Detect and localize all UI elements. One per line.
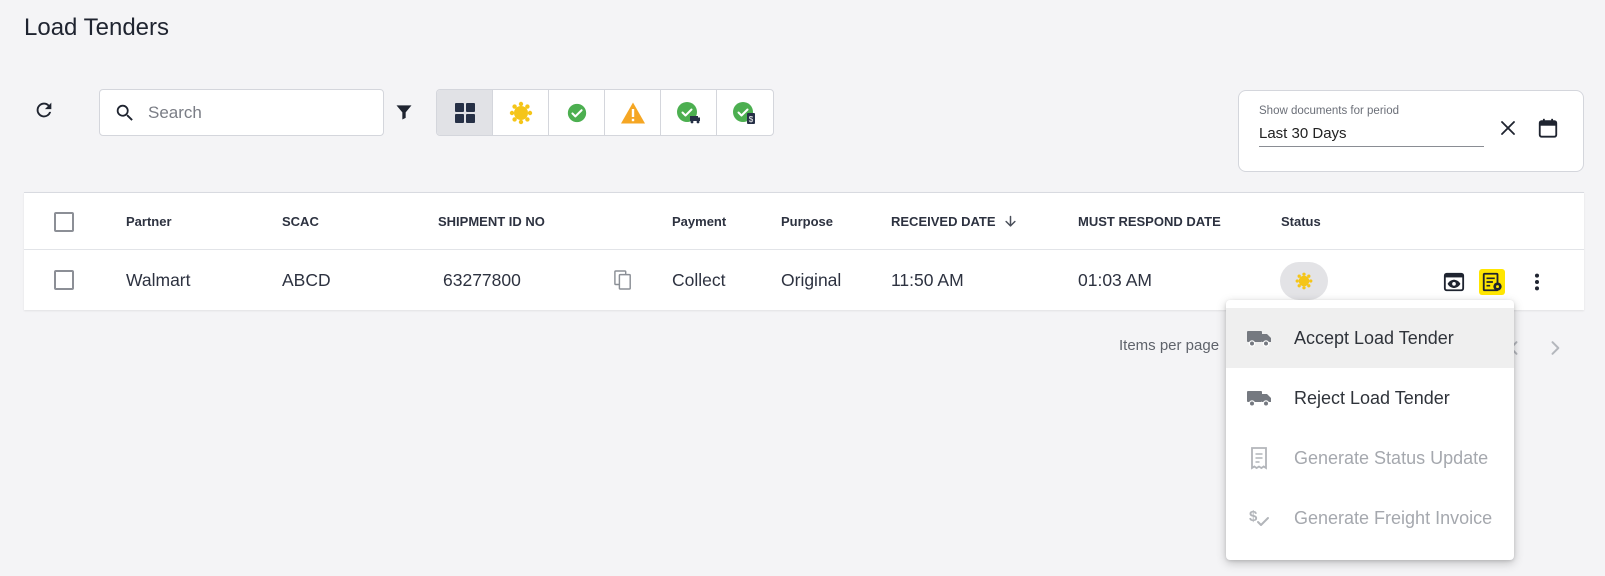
status-filter-tabs: $ bbox=[436, 89, 774, 136]
tab-invoiced[interactable]: $ bbox=[717, 90, 773, 135]
status-badge bbox=[1280, 262, 1328, 300]
more-vert-icon bbox=[1534, 273, 1540, 291]
header-status[interactable]: Status bbox=[1281, 214, 1321, 229]
period-selector: Show documents for period Last 30 Days bbox=[1238, 90, 1584, 172]
header-received-date[interactable]: RECEIVED DATE bbox=[891, 214, 1018, 229]
cell-must-respond-date: 01:03 AM bbox=[1078, 270, 1152, 290]
sun-icon bbox=[1295, 272, 1313, 290]
chevron-right-icon bbox=[1551, 341, 1560, 355]
menu-item-generate-freight-invoice[interactable]: $ Generate Freight Invoice bbox=[1226, 488, 1514, 548]
tab-status-updated[interactable] bbox=[661, 90, 717, 135]
calendar-button[interactable] bbox=[1535, 115, 1561, 141]
actions-button[interactable] bbox=[1479, 269, 1505, 295]
period-select[interactable]: Last 30 Days bbox=[1259, 123, 1484, 147]
row-checkbox[interactable] bbox=[54, 270, 74, 290]
tab-accepted[interactable] bbox=[549, 90, 605, 135]
search-input[interactable] bbox=[148, 102, 368, 123]
warning-triangle-icon bbox=[620, 102, 645, 123]
tab-warning[interactable] bbox=[605, 90, 661, 135]
cell-purpose: Original bbox=[781, 270, 842, 290]
receipt-icon bbox=[1246, 445, 1272, 471]
document-edit-icon bbox=[1482, 272, 1502, 292]
tab-pending[interactable] bbox=[493, 90, 549, 135]
menu-item-label: Accept Load Tender bbox=[1294, 327, 1454, 348]
sun-icon bbox=[509, 101, 532, 124]
arrow-down-icon bbox=[1004, 215, 1016, 227]
header-partner[interactable]: Partner bbox=[126, 214, 172, 229]
refresh-button[interactable] bbox=[30, 96, 58, 124]
copy-shipment-id-button[interactable] bbox=[612, 269, 634, 291]
more-options-button[interactable] bbox=[1524, 269, 1550, 295]
menu-item-label: Generate Freight Invoice bbox=[1294, 507, 1493, 528]
header-must-respond-date[interactable]: MUST RESPOND DATE bbox=[1078, 214, 1221, 229]
dollar-check-icon: $ bbox=[1246, 505, 1272, 531]
cell-partner: Walmart bbox=[126, 270, 191, 290]
header-purpose[interactable]: Purpose bbox=[781, 214, 833, 229]
header-shipment-id[interactable]: SHIPMENT ID NO bbox=[438, 214, 545, 229]
close-icon bbox=[1501, 121, 1515, 135]
filter-icon bbox=[396, 105, 412, 120]
menu-item-accept-load-tender[interactable]: Accept Load Tender bbox=[1226, 308, 1514, 368]
cell-payment: Collect bbox=[672, 270, 726, 290]
header-payment[interactable]: Payment bbox=[672, 214, 726, 229]
cell-scac: ABCD bbox=[282, 270, 331, 290]
table-header: Partner SCAC SHIPMENT ID NO Payment Purp… bbox=[24, 193, 1584, 250]
grid-icon bbox=[454, 102, 475, 123]
cell-shipment-id: 63277800 bbox=[443, 270, 521, 290]
tab-all[interactable] bbox=[437, 90, 493, 135]
load-tenders-table: Partner SCAC SHIPMENT ID NO Payment Purp… bbox=[24, 192, 1584, 310]
cell-received-date: 11:50 AM bbox=[891, 270, 964, 290]
truck-icon bbox=[1246, 325, 1272, 351]
menu-item-reject-load-tender[interactable]: Reject Load Tender bbox=[1226, 368, 1514, 428]
header-scac[interactable]: SCAC bbox=[282, 214, 319, 229]
check-truck-icon bbox=[676, 101, 700, 123]
select-all-checkbox[interactable] bbox=[54, 212, 74, 232]
page-title: Load Tenders bbox=[24, 14, 170, 41]
view-button[interactable] bbox=[1441, 269, 1467, 295]
calendar-icon bbox=[1538, 118, 1558, 138]
actions-menu: Accept Load Tender Reject Load Tender Ge… bbox=[1226, 300, 1514, 560]
copy-icon bbox=[614, 270, 631, 290]
menu-item-generate-status-update[interactable]: Generate Status Update bbox=[1226, 428, 1514, 488]
refresh-icon bbox=[36, 102, 52, 118]
truck-icon bbox=[1246, 385, 1272, 411]
header-received-date-label: RECEIVED DATE bbox=[891, 214, 996, 229]
search-icon bbox=[116, 104, 133, 121]
period-label: Show documents for period bbox=[1259, 105, 1399, 117]
search-box[interactable] bbox=[99, 89, 384, 136]
items-per-page-label: Items per page bbox=[1119, 337, 1220, 354]
filter-button[interactable] bbox=[392, 100, 416, 124]
menu-item-label: Reject Load Tender bbox=[1294, 387, 1450, 408]
check-invoice-icon: $ bbox=[733, 101, 755, 124]
eye-icon bbox=[1443, 272, 1465, 292]
svg-text:$: $ bbox=[749, 115, 754, 124]
check-circle-icon bbox=[567, 103, 586, 122]
next-page-button[interactable] bbox=[1543, 336, 1567, 360]
clear-period-button[interactable] bbox=[1495, 115, 1521, 141]
svg-text:$: $ bbox=[1249, 508, 1258, 525]
menu-item-label: Generate Status Update bbox=[1294, 447, 1489, 468]
